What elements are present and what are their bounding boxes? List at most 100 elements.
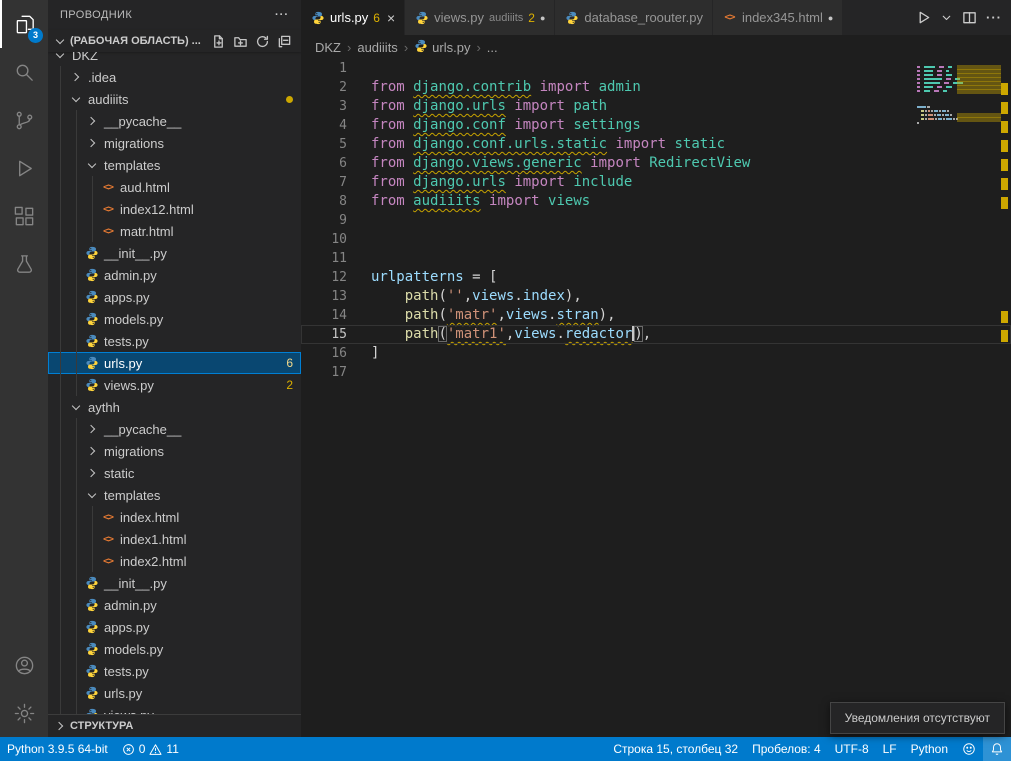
status-indentation[interactable]: Пробелов: 4: [745, 737, 828, 761]
tab-label: database_roouter.py: [584, 10, 703, 25]
activity-item-search[interactable]: [0, 48, 48, 96]
tree-item-aud.html[interactable]: <>aud.html: [48, 176, 301, 198]
tree-item-views.py[interactable]: views.py2: [48, 374, 301, 396]
breadcrumb-item[interactable]: DKZ: [315, 40, 341, 55]
tree-item-index.html[interactable]: <>index.html: [48, 506, 301, 528]
code-line[interactable]: 1: [301, 59, 1011, 78]
tree-item-urls.py[interactable]: urls.py: [48, 682, 301, 704]
indent-guide: [52, 66, 68, 88]
code-line[interactable]: 10: [301, 230, 1011, 249]
more-actions-icon[interactable]: ···: [986, 10, 1002, 25]
tree-item-admin.py[interactable]: admin.py: [48, 594, 301, 616]
tree-item-.idea[interactable]: .idea: [48, 66, 301, 88]
code-line[interactable]: 9: [301, 211, 1011, 230]
tab-label: urls.py: [330, 10, 368, 25]
sidebar-title: ПРОВОДНИК: [60, 9, 275, 21]
tree-item-__init__.py[interactable]: __init__.py: [48, 242, 301, 264]
code-line[interactable]: 6from django.views.generic import Redire…: [301, 154, 1011, 173]
tree-item-migrations[interactable]: migrations: [48, 440, 301, 462]
tab-index345-html[interactable]: <>index345.html●: [713, 0, 843, 35]
status-feedback[interactable]: [955, 737, 983, 761]
code-line[interactable]: 17: [301, 363, 1011, 382]
code-line[interactable]: 11: [301, 249, 1011, 268]
code-line[interactable]: 13 path('',views.index),: [301, 287, 1011, 306]
tree-item-__pycache__[interactable]: __pycache__: [48, 418, 301, 440]
breadcrumb-item[interactable]: urls.py: [414, 39, 470, 56]
status-python-interpreter[interactable]: Python 3.9.5 64-bit: [0, 737, 115, 761]
code-line[interactable]: 15 path('matr1',views.redactor),: [301, 325, 1011, 344]
tree-item-apps.py[interactable]: apps.py: [48, 616, 301, 638]
py-file-icon: [84, 289, 100, 305]
scrollbar-overview-ruler[interactable]: [997, 59, 1011, 737]
tree-item-admin.py[interactable]: admin.py: [48, 264, 301, 286]
tree-item-urls.py[interactable]: urls.py6: [48, 352, 301, 374]
tree-item-static[interactable]: static: [48, 462, 301, 484]
close-icon[interactable]: ×: [387, 11, 395, 25]
notification-toast[interactable]: Уведомления отсутствуют: [830, 702, 1005, 734]
indent-guide: [84, 220, 100, 242]
code-line[interactable]: 14 path('matr',views.stran),: [301, 306, 1011, 325]
activity-item-testing[interactable]: [0, 240, 48, 288]
activity-item-account[interactable]: [0, 641, 48, 689]
tree-item-templates[interactable]: templates: [48, 154, 301, 176]
tree-item-apps.py[interactable]: apps.py: [48, 286, 301, 308]
tab-views-py[interactable]: views.pyaudiiits2●: [405, 0, 555, 35]
tree-item-index12.html[interactable]: <>index12.html: [48, 198, 301, 220]
code-line[interactable]: 4from django.conf import settings: [301, 116, 1011, 135]
indent-guide: [68, 374, 84, 396]
status-encoding[interactable]: UTF-8: [828, 737, 876, 761]
sidebar-more-actions-icon[interactable]: ···: [275, 9, 289, 21]
code-line[interactable]: 12urlpatterns = [: [301, 268, 1011, 287]
refresh-icon[interactable]: [253, 32, 271, 50]
activity-item-extensions[interactable]: [0, 192, 48, 240]
tree-item-matr.html[interactable]: <>matr.html: [48, 220, 301, 242]
tree-item-models.py[interactable]: models.py: [48, 638, 301, 660]
status-eol[interactable]: LF: [876, 737, 904, 761]
tree-item-__pycache__[interactable]: __pycache__: [48, 110, 301, 132]
activity-item-explorer[interactable]: 3: [0, 0, 48, 48]
tree-item-aythh[interactable]: aythh: [48, 396, 301, 418]
outline-section-header[interactable]: СТРУКТУРА: [48, 714, 301, 737]
tree-item-__init__.py[interactable]: __init__.py: [48, 572, 301, 594]
breadcrumb-item[interactable]: audiiits: [357, 40, 397, 55]
run-dropdown-icon[interactable]: [940, 11, 953, 24]
code-line[interactable]: 3from django.urls import path: [301, 97, 1011, 116]
line-content: ]: [371, 344, 379, 363]
run-python-file-icon[interactable]: [916, 10, 931, 25]
status-problems[interactable]: 011: [115, 737, 186, 761]
workspace-section-header[interactable]: (РАБОЧАЯ ОБЛАСТЬ) ...: [48, 30, 301, 52]
collapse-all-icon[interactable]: [275, 32, 293, 50]
tree-item-tests.py[interactable]: tests.py: [48, 330, 301, 352]
tree-item-templates[interactable]: templates: [48, 484, 301, 506]
activity-item-settings[interactable]: [0, 689, 48, 737]
tree-item-migrations[interactable]: migrations: [48, 132, 301, 154]
code-line[interactable]: 2from django.contrib import admin: [301, 78, 1011, 97]
split-editor-icon[interactable]: [962, 10, 977, 25]
activity-item-source-control[interactable]: [0, 96, 48, 144]
status-cursor-position[interactable]: Строка 15, столбец 32: [606, 737, 745, 761]
tree-item-audiiits[interactable]: audiiits: [48, 88, 301, 110]
tab-urls-py[interactable]: urls.py6×: [301, 0, 405, 35]
activity-item-run-debug[interactable]: [0, 144, 48, 192]
status-notifications-bell[interactable]: [983, 737, 1011, 761]
html-file-icon: <>: [100, 223, 116, 239]
code-line[interactable]: 7from django.urls import include: [301, 173, 1011, 192]
tree-item-label: index1.html: [120, 532, 186, 547]
breadcrumb-item[interactable]: ...: [487, 40, 498, 55]
code-line[interactable]: 8from audiiits import views: [301, 192, 1011, 211]
tree-item-models.py[interactable]: models.py: [48, 308, 301, 330]
tree-item-views.py[interactable]: views.py: [48, 704, 301, 714]
new-folder-icon[interactable]: [231, 32, 249, 50]
tree-item-index1.html[interactable]: <>index1.html: [48, 528, 301, 550]
minimap[interactable]: [917, 62, 995, 130]
tree-item-DKZ[interactable]: DKZ: [48, 52, 301, 66]
new-file-icon[interactable]: [209, 32, 227, 50]
tab-database-roouter-py[interactable]: database_roouter.py: [555, 0, 713, 35]
code-editor[interactable]: 12from django.contrib import admin3from …: [301, 59, 1011, 737]
code-line[interactable]: 16]: [301, 344, 1011, 363]
tree-item-index2.html[interactable]: <>index2.html: [48, 550, 301, 572]
status-language-mode[interactable]: Python: [904, 737, 955, 761]
tree-item-tests.py[interactable]: tests.py: [48, 660, 301, 682]
py-file-icon: [414, 11, 429, 25]
code-line[interactable]: 5from django.conf.urls.static import sta…: [301, 135, 1011, 154]
